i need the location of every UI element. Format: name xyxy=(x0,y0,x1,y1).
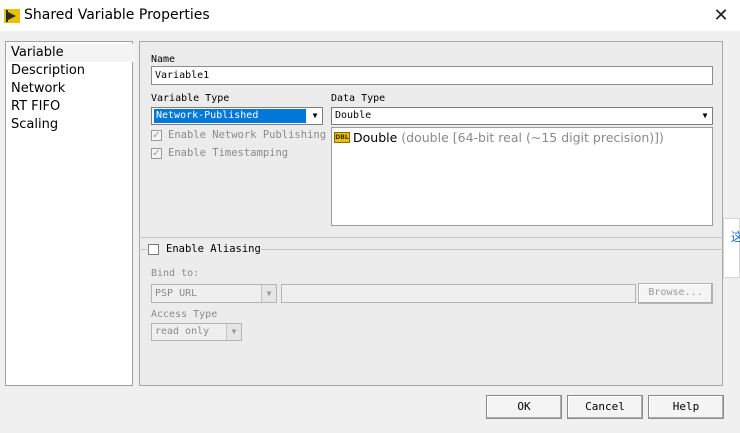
data-type-select[interactable]: Double ▼ xyxy=(331,107,713,125)
bind-to-value: PSP URL xyxy=(155,288,198,299)
access-type-value: read only xyxy=(155,326,210,337)
network-publishing-checkbox[interactable]: ✓ xyxy=(151,130,162,141)
chevron-down-icon[interactable]: ▼ xyxy=(261,285,276,302)
window-title: Shared Variable Properties xyxy=(24,7,210,23)
title-bar: Shared Variable Properties ✕ xyxy=(0,0,740,31)
timestamping-label: Enable Timestamping xyxy=(168,147,289,159)
dbl-type-icon: DBL xyxy=(334,132,350,143)
panel-divider xyxy=(139,237,723,238)
edge-popup[interactable] xyxy=(723,218,740,278)
browse-button[interactable]: Browse... xyxy=(638,283,713,304)
variable-type-value: Network-Published xyxy=(154,109,306,123)
chevron-down-icon[interactable]: ▼ xyxy=(698,108,712,124)
data-type-list-item[interactable]: Double (double [64-bit real (~15 digit p… xyxy=(353,130,664,145)
help-button[interactable]: Help xyxy=(648,395,724,419)
data-type-label: Data Type xyxy=(331,93,386,104)
access-type-label: Access Type xyxy=(151,309,218,320)
labview-app-icon xyxy=(4,8,20,23)
category-list[interactable]: Variable Description Network RT FIFO Sca… xyxy=(5,41,135,386)
variable-type-select[interactable]: Network-Published ▼ xyxy=(151,107,323,125)
aliasing-group-line xyxy=(261,249,723,250)
timestamping-checkbox[interactable]: ✓ xyxy=(151,148,162,159)
network-publishing-label: Enable Network Publishing xyxy=(168,129,327,141)
close-button[interactable]: ✕ xyxy=(706,2,736,28)
nav-item-network[interactable]: Network xyxy=(7,80,135,98)
chevron-down-icon[interactable]: ▼ xyxy=(226,324,241,340)
cancel-button[interactable]: Cancel xyxy=(567,395,643,419)
data-type-list[interactable]: DBL Double (double [64-bit real (~15 dig… xyxy=(331,127,713,226)
chevron-down-icon[interactable]: ▼ xyxy=(308,108,322,124)
name-label: Name xyxy=(151,54,176,65)
data-type-item-name: Double xyxy=(353,130,398,145)
name-input[interactable]: Variable1 xyxy=(151,66,713,85)
bind-path-input[interactable] xyxy=(281,284,636,303)
nav-item-variable[interactable]: Variable xyxy=(7,44,135,62)
aliasing-group-line xyxy=(139,249,147,250)
variable-type-label: Variable Type xyxy=(151,93,230,104)
data-type-item-desc: (double [64-bit real (~15 digit precisio… xyxy=(401,130,664,145)
bind-to-label: Bind to: xyxy=(151,268,200,279)
nav-item-scaling[interactable]: Scaling xyxy=(7,116,135,134)
access-type-select[interactable]: read only ▼ xyxy=(151,323,242,341)
edge-popup-text: 这 xyxy=(731,230,740,244)
nav-item-description[interactable]: Description xyxy=(7,62,135,80)
ok-button[interactable]: OK xyxy=(486,395,562,419)
enable-aliasing-label: Enable Aliasing xyxy=(166,243,261,255)
enable-aliasing-checkbox[interactable] xyxy=(148,244,159,255)
close-icon: ✕ xyxy=(713,4,729,26)
bind-to-select[interactable]: PSP URL ▼ xyxy=(151,284,277,303)
data-type-value: Double xyxy=(335,110,372,121)
nav-item-rt-fifo[interactable]: RT FIFO xyxy=(7,98,135,116)
